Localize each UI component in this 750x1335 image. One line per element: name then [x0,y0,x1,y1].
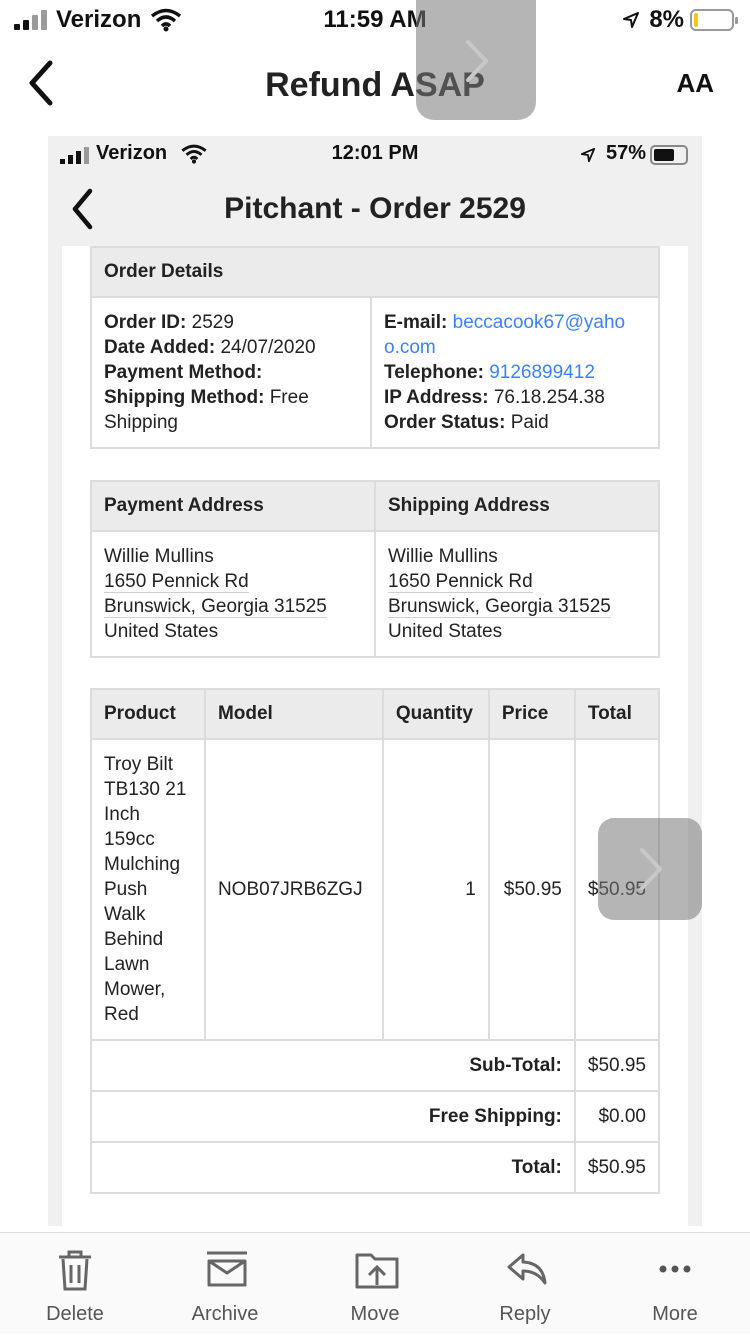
shipping-label: Free Shipping: [90,1090,576,1143]
battery-icon [690,9,738,31]
shipping-address-header: Shipping Address [374,480,660,532]
embedded-nav-bar: Pitchant - Order 2529 [48,174,702,246]
embedded-status-bar: Verizon 12:01 PM 57% [48,136,702,174]
more-dots-icon [659,1265,691,1273]
navigation-bar: Refund ASAP [0,42,750,128]
total-value: $50.95 [573,1141,661,1194]
archive-icon [207,1251,247,1287]
order-page: Order Details Order ID: 2529 Date Added:… [62,246,688,1226]
chevron-right-icon [640,848,663,890]
delete-label: Delete [46,1303,104,1325]
payment-address: Willie Mullins 1650 Pennick Rd Brunswick… [90,530,376,658]
text-size-label: AA [676,68,714,98]
more-label: More [652,1303,698,1325]
move-folder-icon [355,1253,399,1289]
location-arrow-icon [623,12,639,28]
next-image-button[interactable] [598,818,702,920]
status-bar: Verizon 11:59 AM 8% [0,0,750,42]
battery-percent: 8% [649,6,684,33]
embedded-battery-percent: 57% [605,142,646,164]
col-price: Price [487,688,576,740]
products-table: Product Model Quantity Price Total Troy … [90,688,661,1194]
embedded-location-icon [580,147,596,163]
product-name: Troy Bilt TB130 21 Inch 159cc Mulching P… [90,738,206,1041]
order-details-table: Order Details Order ID: 2529 Date Added:… [90,246,660,449]
page-title: Refund ASAP [265,66,485,104]
col-quantity: Quantity [381,688,490,740]
move-label: Move [350,1303,400,1325]
archive-label: Archive [191,1303,259,1325]
payment-address-header: Payment Address [90,480,376,532]
order-id: 2529 [191,312,234,333]
col-product: Product [90,688,206,740]
customer-info-cell: E-mail: beccacook67@yaho o.com Telephone… [370,296,660,449]
order-info-cell: Order ID: 2529 Date Added: 24/07/2020 Pa… [90,296,372,449]
reply-icon [507,1253,547,1285]
email-link-cont[interactable]: o.com [384,335,646,360]
email-link[interactable]: beccacook67@yaho [453,312,625,333]
shipping-address: Willie Mullins 1650 Pennick Rd Brunswick… [374,530,660,658]
order-details-header: Order Details [90,246,660,298]
ip-address: 76.18.254.38 [493,387,605,408]
trash-icon [59,1250,91,1291]
date-added: 24/07/2020 [220,337,316,358]
bottom-toolbar: Delete Archive Move Reply More [0,1232,750,1334]
reply-label: Reply [499,1303,551,1325]
subtotal-value: $50.95 [573,1039,661,1092]
delete-button[interactable]: Delete [0,1233,150,1335]
table-row: Troy Bilt TB130 21 Inch 159cc Mulching P… [90,738,661,1041]
archive-button[interactable]: Archive [150,1233,300,1335]
reply-button[interactable]: Reply [450,1233,600,1335]
next-attachment-button[interactable] [416,0,536,120]
order-status: Paid [510,412,549,433]
embedded-frame: Verizon 12:01 PM 57% Pitchant - Order 25… [48,136,702,1226]
shipping-value: $0.00 [573,1090,661,1143]
embedded-status-time: 12:01 PM [331,142,419,164]
embedded-screenshot: Verizon 12:01 PM 57% Pitchant - Order 25… [16,128,734,1232]
product-price: $50.95 [487,738,576,1041]
text-size-button[interactable]: AA [676,68,714,99]
chevron-right-icon [466,40,489,82]
back-button[interactable] [26,60,56,106]
more-button[interactable]: More [600,1233,750,1335]
col-total: Total [573,688,661,740]
product-quantity: 1 [381,738,490,1041]
embedded-battery-icon [650,145,688,165]
total-label: Total: [90,1141,576,1194]
product-model: NOB07JRB6ZGJ [203,738,384,1041]
telephone-link[interactable]: 9126899412 [489,362,595,383]
col-model: Model [203,688,384,740]
embedded-title: Pitchant - Order 2529 [224,192,526,225]
move-button[interactable]: Move [300,1233,450,1335]
addresses-table: Payment Address Shipping Address Willie … [90,480,660,658]
subtotal-label: Sub-Total: [90,1039,576,1092]
